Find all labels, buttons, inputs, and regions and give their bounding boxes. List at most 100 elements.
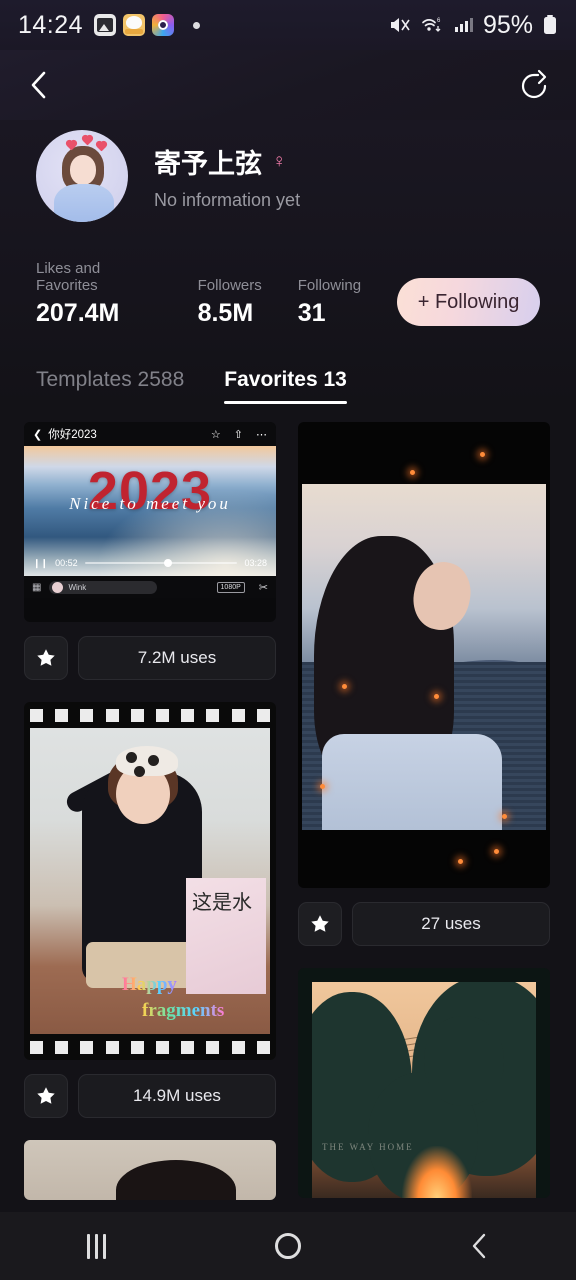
photo-hair (116, 1160, 236, 1200)
card-actions: 27 uses (298, 902, 550, 946)
favorite-star-button[interactable] (24, 636, 68, 680)
android-nav-bar (0, 1212, 576, 1280)
profile-stats-row: Likes and Favorites 207.4M Followers 8.5… (0, 222, 576, 328)
stat-likes-and-favorites[interactable]: Likes and Favorites 207.4M (36, 260, 162, 328)
photo-sign: 这是水 (186, 878, 266, 994)
battery-icon (542, 14, 558, 36)
tree-foliage (424, 1016, 504, 1106)
ember-particle (480, 452, 485, 457)
ember-particle (410, 470, 415, 475)
template-thumbnail-2023-video[interactable]: ❮ 你好2023 ☆ ⇧ ⋯ 2023 Nice to meet you ❙❙ (24, 422, 276, 622)
status-bar: 14:24 6 95% (0, 0, 576, 50)
uses-count-button[interactable]: 27 uses (352, 902, 550, 946)
video-title: 你好2023 (48, 429, 97, 441)
follow-button[interactable]: + Following (397, 278, 540, 326)
video-script-text: Nice to meet you (69, 494, 231, 513)
svg-text:6: 6 (437, 18, 441, 24)
more-icon: ⋯ (256, 428, 267, 441)
template-card[interactable]: THE WAY HOME (298, 968, 550, 1198)
template-thumbnail-happy-fragments[interactable]: 这是水 Happy fragments (24, 702, 276, 1060)
photo-jacket (322, 734, 502, 830)
home-icon (275, 1233, 301, 1259)
gallery-icon (94, 14, 117, 36)
recents-icon (86, 1233, 106, 1259)
profile-username-text: 寄予上弦 (154, 148, 262, 179)
heart-icon (82, 135, 93, 146)
heart-icon (96, 141, 107, 152)
signal-icon (454, 15, 474, 35)
video-progress-bar (84, 559, 238, 567)
watermark-pill: Wink (49, 580, 158, 594)
video-current-time: 00:52 (55, 558, 78, 568)
favorite-star-button[interactable] (298, 902, 342, 946)
status-bar-system-icons: 6 95% (388, 11, 558, 40)
mute-icon (388, 15, 412, 35)
back-chevron-icon[interactable] (26, 69, 52, 101)
cat-app-icon (123, 14, 146, 36)
overlay-text-happy: Happy (122, 974, 177, 995)
image-icon: ▦ (32, 581, 42, 593)
template-card[interactable] (24, 1140, 276, 1200)
pause-icon: ❙❙ (33, 557, 49, 568)
watermark-label: Wink (68, 582, 87, 592)
template-thumbnail-partial[interactable] (24, 1140, 276, 1200)
stat-label: Following (297, 277, 362, 294)
uses-count-button[interactable]: 7.2M uses (78, 636, 276, 680)
video-frame-image: 2023 Nice to meet you ❙❙ 00:52 03:28 (24, 446, 276, 576)
profile-bio: No information yet (154, 189, 301, 210)
video-topbar-actions: ☆ ⇧ ⋯ (211, 428, 267, 441)
stat-value: 31 (297, 299, 326, 327)
template-thumbnail-sunset-trees[interactable]: THE WAY HOME (298, 968, 550, 1198)
template-card[interactable]: 27 uses (298, 422, 550, 946)
video-controls: ❙❙ 00:52 03:28 (24, 554, 276, 572)
watermark-dot-icon (52, 581, 64, 593)
status-bar-clock: 14:24 (18, 10, 84, 39)
stat-value: 8.5M (197, 299, 254, 327)
video-topbar: ❮ 你好2023 ☆ ⇧ ⋯ (24, 422, 276, 446)
app-header (0, 50, 576, 120)
avatar[interactable] (36, 130, 128, 222)
video-bottom-toolbar: ▦ Wink 1080P ✂ (24, 576, 276, 598)
tab-favorites[interactable]: Favorites 13 (224, 368, 347, 404)
status-bar-app-icons (94, 14, 201, 36)
avatar-body (54, 184, 114, 222)
template-card[interactable]: 这是水 Happy fragments 14.9M uses (24, 702, 276, 1118)
filmstrip-photo: 这是水 Happy fragments (30, 728, 270, 1034)
ember-particle (434, 694, 439, 699)
photo-sign-text: 这是水 (192, 890, 252, 914)
stat-label: Followers (197, 277, 262, 294)
tab-templates[interactable]: Templates 2588 (36, 368, 184, 404)
photo-hat (116, 746, 178, 776)
template-thumbnail-seaside-portrait[interactable] (298, 422, 550, 888)
resolution-badge: 1080P (216, 581, 245, 593)
scissors-icon: ✂ (258, 581, 268, 594)
nav-home-button[interactable] (248, 1220, 328, 1272)
ember-particle (320, 784, 325, 789)
profile-username: 寄予上弦 ♀ (154, 142, 300, 181)
favorite-star-button[interactable] (24, 1074, 68, 1118)
stat-followers[interactable]: Followers 8.5M (198, 277, 262, 328)
stat-label: Likes and Favorites (36, 260, 101, 294)
gender-female-icon: ♀ (272, 150, 287, 172)
phone-screen: 14:24 6 95% 寄予上弦 ♀ No information yet Li… (0, 0, 576, 1280)
template-grid: ❮ 你好2023 ☆ ⇧ ⋯ 2023 Nice to meet you ❙❙ (0, 422, 576, 1212)
video-progress-knob (164, 559, 173, 567)
card-actions: 14.9M uses (24, 1074, 276, 1118)
template-card[interactable]: ❮ 你好2023 ☆ ⇧ ⋯ 2023 Nice to meet you ❙❙ (24, 422, 276, 680)
grid-left-column: ❮ 你好2023 ☆ ⇧ ⋯ 2023 Nice to meet you ❙❙ (24, 422, 276, 1212)
sunset-glow (401, 1146, 472, 1198)
profile-name-block: 寄予上弦 ♀ No information yet (154, 142, 300, 211)
star-outline-icon: ☆ (210, 428, 221, 441)
card-actions: 7.2M uses (24, 636, 276, 680)
battery-percent-label: 95% (482, 10, 533, 39)
stat-following[interactable]: Following 31 (298, 277, 361, 328)
avatar-face (70, 155, 96, 185)
share-icon[interactable] (518, 69, 550, 101)
wifi-icon: 6 (421, 15, 445, 35)
nav-back-button[interactable] (440, 1220, 520, 1272)
upload-icon: ⇧ (233, 428, 243, 441)
profile-tabs: Templates 2588 Favorites 13 (0, 328, 576, 404)
nav-recents-button[interactable] (56, 1220, 136, 1272)
uses-count-button[interactable]: 14.9M uses (78, 1074, 276, 1118)
profile-section: 寄予上弦 ♀ No information yet Likes and Favo… (0, 120, 576, 404)
